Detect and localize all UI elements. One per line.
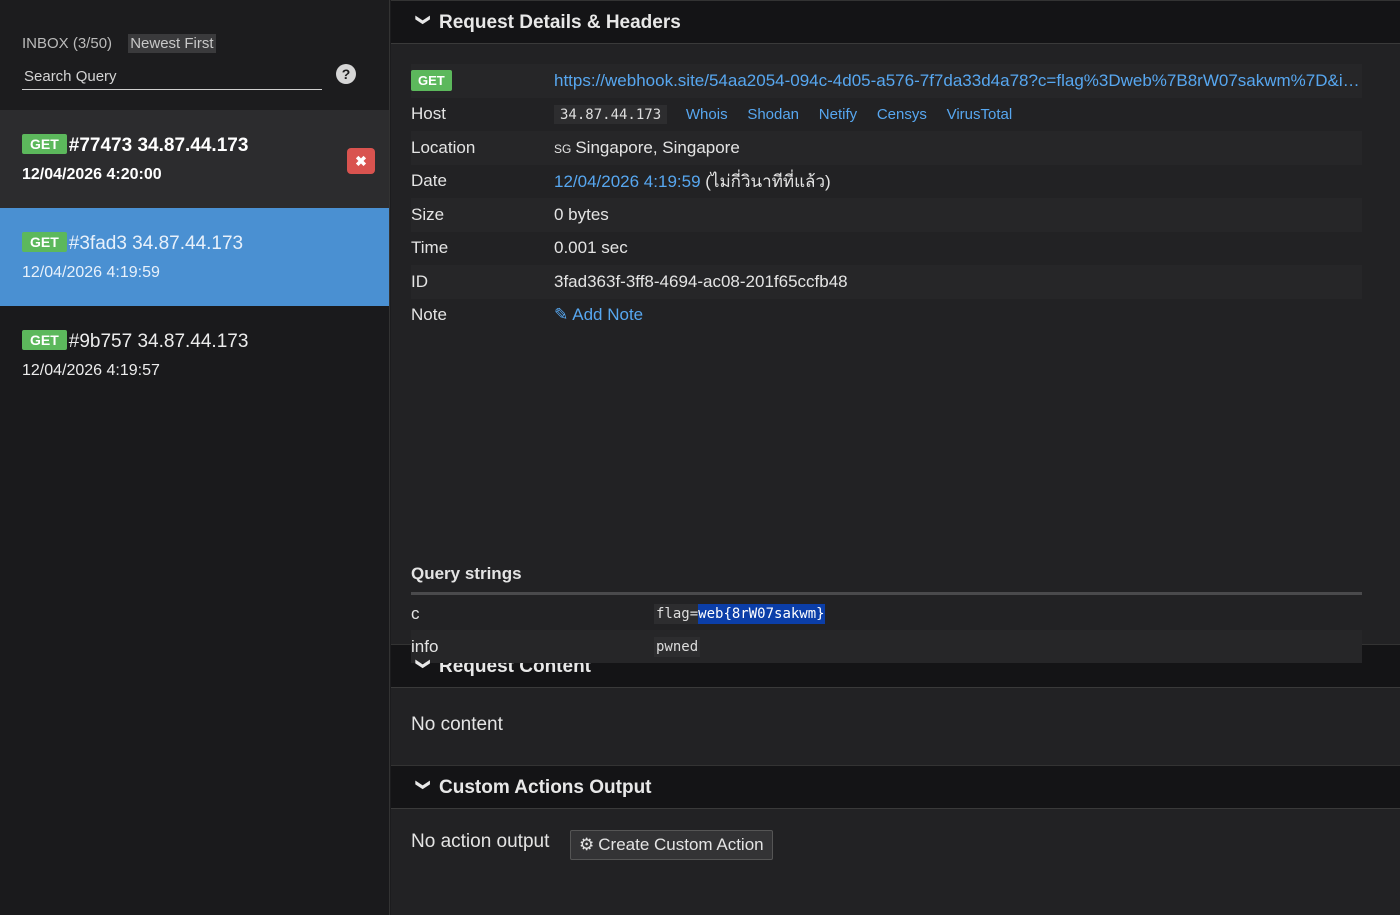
query-value-prefix: flag= (656, 605, 699, 622)
create-custom-action-label: Create Custom Action (598, 835, 764, 854)
divider (411, 592, 1362, 595)
query-strings-title: Query strings (411, 564, 522, 583)
host-row: Host 34.87.44.173 Whois Shodan Netify Ce… (411, 98, 1362, 132)
netify-link[interactable]: Netify (819, 106, 857, 123)
delete-request-button[interactable]: ✖ (347, 148, 375, 174)
date-label: Date (411, 171, 447, 191)
note-row: Note ✎ Add Note (411, 299, 1362, 333)
location-value: SG Singapore, Singapore (554, 138, 1362, 158)
location-row: Location SG Singapore, Singapore (411, 131, 1362, 165)
id-value: 3fad363f-3ff8-4694-ac08-201f65ccfb48 (554, 271, 848, 291)
flag-icon: SG (554, 141, 572, 156)
censys-link[interactable]: Censys (877, 106, 927, 123)
actions-output-body: No action output ⚙ Create Custom Action (391, 809, 1400, 915)
request-id-ip: #3fad3 34.87.44.173 (68, 233, 244, 254)
size-label: Size (411, 204, 445, 224)
shodan-link[interactable]: Shodan (747, 106, 799, 123)
id-label: ID (411, 271, 428, 291)
request-date: 12/04/2026 4:19:59 (22, 264, 160, 281)
request-item-title: GET #77473 34.87.44.173 (22, 134, 367, 160)
search-input[interactable] (22, 64, 322, 90)
request-url-link[interactable]: https://webhook.site/54aa2054-094c-4d05-… (554, 71, 1362, 91)
size-row: Size 0 bytes (411, 198, 1362, 232)
main-panel: ❯ Request Details & Headers GET https://w… (391, 0, 1400, 915)
request-id-ip: #77473 34.87.44.173 (68, 135, 249, 156)
chevron-down-icon: ❯ (416, 779, 432, 791)
request-item-selected[interactable]: GET #3fad3 34.87.44.173 12/04/2026 4:19:5… (0, 208, 389, 306)
method-badge: GET (22, 330, 67, 350)
host-label: Host (411, 104, 446, 124)
method-badge: GET (411, 70, 452, 92)
add-note-label: Add Note (572, 305, 644, 325)
date-link[interactable]: 12/04/2026 4:19:59 (554, 172, 701, 191)
location-text: Singapore, Singapore (575, 137, 740, 157)
method-badge: GET (22, 134, 67, 154)
sidebar-header: INBOX (3/50) Newest First ? (0, 0, 389, 110)
virustotal-link[interactable]: VirusTotal (947, 106, 1013, 123)
date-row: Date 12/04/2026 4:19:59 (ไม่กี่วินาทีที่… (411, 165, 1362, 199)
request-content-body: No content (411, 714, 503, 735)
time-value: 0.001 sec (554, 238, 628, 258)
query-value-prefix: pwned (656, 638, 699, 655)
inbox-count: INBOX (3/50) (22, 35, 113, 52)
actions-section-title: Custom Actions Output (439, 777, 652, 798)
date-relative: (ไม่กี่วินาทีที่แล้ว) (705, 171, 831, 191)
inbox-line: INBOX (3/50) Newest First (22, 34, 369, 56)
sidebar: INBOX (3/50) Newest First ? GET#77473 34… (0, 0, 390, 915)
query-value: pwned (654, 636, 701, 657)
time-label: Time (411, 238, 449, 258)
request-date: 12/04/2026 4:19:57 (22, 362, 160, 379)
query-value-highlight: web{8rW07sakwm} (698, 603, 825, 624)
chevron-down-icon: ❯ (416, 14, 432, 26)
request-item-title: GET #3fad3 34.87.44.173 (22, 232, 367, 258)
gear-icon: ⚙ (579, 835, 595, 854)
host-value: 34.87.44.173 Whois Shodan Netify Censys … (554, 104, 1362, 125)
note-label: Note (411, 305, 447, 325)
query-key: info (411, 636, 439, 656)
add-note-link[interactable]: ✎ Add Note (554, 305, 1362, 325)
query-row: c flag=web{8rW07sakwm} (411, 597, 1362, 630)
size-value: 0 bytes (554, 204, 609, 224)
request-item-title: GET #9b757 34.87.44.173 (22, 330, 367, 356)
actions-section-header[interactable]: ❯ Custom Actions Output (391, 765, 1400, 809)
close-icon: ✖ (355, 153, 367, 169)
pencil-icon: ✎ (554, 305, 569, 325)
details-section-title: Request Details & Headers (439, 12, 681, 33)
request-id-ip: #9b757 34.87.44.173 (68, 331, 249, 352)
whois-link[interactable]: Whois (686, 106, 728, 123)
create-custom-action-button[interactable]: ⚙ Create Custom Action (570, 830, 773, 860)
no-action-output-text: No action output (411, 831, 550, 852)
sort-order-button[interactable]: Newest First (128, 34, 216, 53)
chevron-down-icon: ❯ (416, 658, 432, 670)
search-row: ? (22, 64, 369, 90)
request-item[interactable]: GET #77473 34.87.44.173 12/04/2026 4:20:0… (0, 110, 389, 208)
method-badge: GET (22, 232, 67, 252)
id-row: ID 3fad363f-3ff8-4694-ac08-201f65ccfb48 (411, 265, 1362, 299)
query-row: info pwned (411, 630, 1362, 663)
request-date: 12/04/2026 4:20:00 (22, 166, 162, 183)
help-icon[interactable]: ? (336, 64, 356, 84)
url-row: GET https://webhook.site/54aa2054-094c-4… (411, 64, 1362, 98)
request-details: GET https://webhook.site/54aa2054-094c-4… (391, 44, 1400, 663)
query-strings-table: c flag=web{8rW07sakwm} info pwned (411, 597, 1362, 663)
time-row: Time 0.001 sec (411, 232, 1362, 266)
request-item[interactable]: GET #9b757 34.87.44.173 12/04/2026 4:19:5… (0, 306, 389, 404)
location-label: Location (411, 137, 476, 157)
query-value: flag=web{8rW07sakwm} (654, 603, 825, 624)
date-value: 12/04/2026 4:19:59 (ไม่กี่วินาทีที่แล้ว) (554, 168, 1362, 195)
details-section-header[interactable]: ❯ Request Details & Headers (391, 0, 1400, 44)
query-key: c (411, 603, 420, 623)
host-ip: 34.87.44.173 (554, 105, 668, 125)
url-method-cell: GET (411, 70, 554, 92)
